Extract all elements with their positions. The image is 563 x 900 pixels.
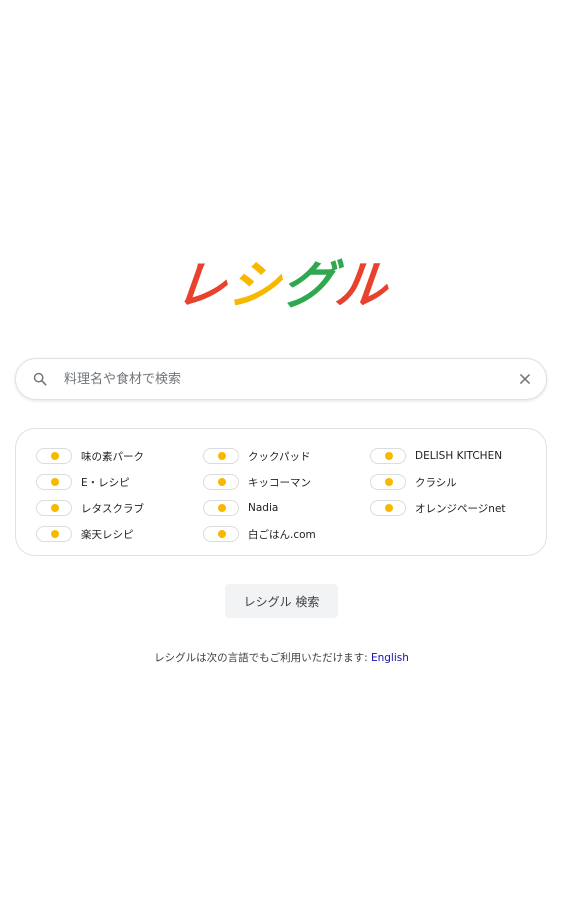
toggle-knob — [218, 452, 226, 460]
logo-char-shi: シ — [225, 256, 285, 316]
site-label: キッコーマン — [248, 476, 311, 489]
toggle-knob — [385, 452, 393, 460]
site-toggle-ajinomoto-park[interactable]: 味の素パーク — [36, 443, 203, 469]
site-label: レタスクラブ — [81, 502, 144, 515]
language-notice: レシグルは次の言語でもご利用いただけます: English — [0, 650, 563, 665]
site-label: 楽天レシピ — [81, 528, 134, 541]
site-toggle-delish-kitchen[interactable]: DELISH KITCHEN — [370, 443, 537, 469]
search-box[interactable] — [15, 358, 547, 400]
toggle-switch[interactable] — [370, 474, 406, 490]
toggle-knob — [51, 530, 59, 538]
toggle-knob — [218, 504, 226, 512]
toggle-switch[interactable] — [203, 500, 239, 516]
toggle-knob — [218, 478, 226, 486]
site-label: オレンジページnet — [415, 502, 506, 515]
recipe-sites-panel: 味の素パーク クックパッド DELISH KITCHEN E・レシピ キッコーマ… — [15, 428, 547, 556]
language-notice-text: レシグルは次の言語でもご利用いただけます: — [154, 652, 371, 664]
toggle-knob — [385, 478, 393, 486]
site-logo[interactable]: レシグル — [0, 256, 563, 316]
site-label: クラシル — [415, 476, 457, 489]
toggle-switch[interactable] — [370, 448, 406, 464]
site-label: Nadia — [248, 502, 279, 514]
search-icon — [33, 372, 47, 386]
logo-char-ru: ル — [331, 256, 391, 316]
english-link[interactable]: English — [371, 652, 409, 664]
site-label: クックパッド — [248, 450, 311, 463]
toggle-switch[interactable] — [36, 500, 72, 516]
site-toggle-nadia[interactable]: Nadia — [203, 495, 370, 521]
toggle-switch[interactable] — [203, 526, 239, 542]
toggle-switch[interactable] — [36, 448, 72, 464]
site-label: DELISH KITCHEN — [415, 450, 503, 462]
toggle-knob — [218, 530, 226, 538]
toggle-knob — [51, 504, 59, 512]
search-input[interactable] — [60, 365, 508, 393]
site-label: E・レシピ — [81, 476, 130, 489]
site-toggle-kurashiru[interactable]: クラシル — [370, 469, 537, 495]
toggle-switch[interactable] — [370, 500, 406, 516]
site-label: 味の素パーク — [81, 450, 144, 463]
toggle-switch[interactable] — [203, 448, 239, 464]
search-button[interactable]: レシグル 検索 — [225, 584, 338, 618]
site-toggle-shirogohan[interactable]: 白ごはん.com — [203, 521, 370, 547]
site-toggle-lettuce-club[interactable]: レタスクラブ — [36, 495, 203, 521]
toggle-switch[interactable] — [203, 474, 239, 490]
site-label: 白ごはん.com — [248, 528, 316, 541]
site-toggle-kikkoman[interactable]: キッコーマン — [203, 469, 370, 495]
site-toggle-cookpad[interactable]: クックパッド — [203, 443, 370, 469]
toggle-knob — [51, 452, 59, 460]
site-toggle-e-recipe[interactable]: E・レシピ — [36, 469, 203, 495]
site-toggle-rakuten-recipe[interactable]: 楽天レシピ — [36, 521, 203, 547]
site-toggle-orange-page[interactable]: オレンジページnet — [370, 495, 537, 521]
logo-char-gu: グ — [278, 256, 338, 316]
close-icon[interactable] — [518, 372, 532, 386]
logo-char-re: レ — [172, 256, 232, 316]
toggle-switch[interactable] — [36, 474, 72, 490]
toggle-switch[interactable] — [36, 526, 72, 542]
toggle-knob — [51, 478, 59, 486]
recipe-sites-grid: 味の素パーク クックパッド DELISH KITCHEN E・レシピ キッコーマ… — [36, 443, 537, 547]
toggle-knob — [385, 504, 393, 512]
